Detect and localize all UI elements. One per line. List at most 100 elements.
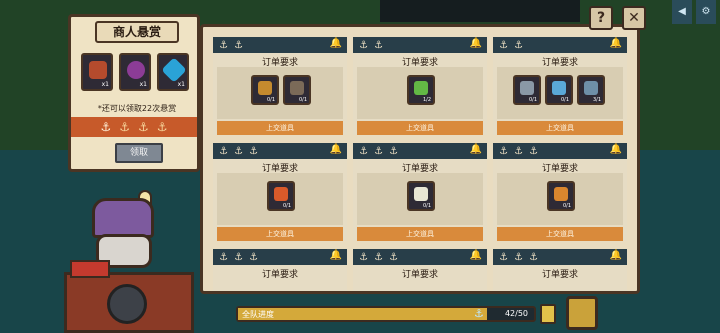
order-title: 订单要求	[401, 270, 438, 280]
reward-count: x1	[101, 81, 109, 88]
item-count: 0/1	[266, 97, 275, 103]
anchor-icon: ⚓	[359, 251, 368, 263]
side-menu-icon[interactable]: ◀	[672, 0, 692, 24]
crystal-reward-icon	[161, 57, 187, 83]
anchor-icon: ⚓	[499, 251, 508, 263]
order-item-slot[interactable]: 3/1	[577, 75, 605, 105]
anchor-icon: ⚓	[233, 39, 243, 51]
order-item-slot[interactable]: 0/1	[283, 75, 311, 105]
submit-items-button[interactable]: 上交道具	[217, 227, 343, 241]
anchor-icon: ⚓	[373, 39, 383, 51]
stew-bowl-icon	[554, 187, 568, 201]
order-header: ⚓ ⚓ ⚓ 🔔	[493, 249, 627, 265]
bell-icon: 🔔	[609, 144, 622, 155]
reward-slot-1[interactable]: x1	[81, 53, 113, 91]
order-item-slot[interactable]: 0/1	[513, 75, 541, 105]
item-count: 3/1	[592, 97, 601, 103]
bell-icon: 🔔	[329, 144, 342, 155]
item-count: 0/1	[282, 203, 291, 209]
bell-icon: 🔔	[329, 38, 342, 49]
reward-slot-3[interactable]: x1	[157, 53, 189, 91]
anchor-icon: ⚓	[219, 145, 228, 157]
anchor-icon: ⚓	[119, 120, 130, 134]
bounty-title: 商人悬赏	[95, 21, 179, 43]
bell-icon: 🔔	[329, 250, 342, 261]
bell-icon: 🔔	[469, 38, 482, 49]
order-item-slot[interactable]: 0/1	[407, 181, 435, 211]
milestone-icon[interactable]	[540, 304, 556, 324]
order-items: 0/1	[357, 173, 483, 225]
order-header: ⚓ ⚓ 🔔	[213, 37, 347, 53]
order-card: ⚓ ⚓ ⚓ 🔔 订单要求	[353, 249, 487, 291]
order-items: 0/1	[217, 173, 343, 225]
bell-icon: 🔔	[609, 250, 622, 261]
anchor-icon: ⚓	[359, 145, 368, 157]
submit-items-button[interactable]: 上交道具	[497, 121, 623, 135]
anchor-icon: ⚓	[513, 39, 523, 51]
green-herb-icon	[414, 81, 428, 95]
blue-fish-icon	[552, 81, 566, 95]
chest-reward-icon	[89, 61, 107, 79]
item-count: 0/1	[422, 203, 431, 209]
bounty-remaining-note: *还可以领取22次悬赏	[97, 104, 177, 113]
gray-fish-icon	[520, 81, 534, 95]
close-button[interactable]: ✕	[622, 6, 646, 30]
anchor-icon: ⚓	[528, 145, 538, 157]
anchor-icon: ⚓	[373, 145, 383, 157]
order-header: ⚓ ⚓ ⚓ 🔔	[353, 143, 487, 159]
claim-button[interactable]: 领取	[115, 143, 163, 163]
settings-icon[interactable]: ⚙	[696, 0, 716, 24]
order-header: ⚓ ⚓ ⚓ 🔔	[493, 143, 627, 159]
order-header: ⚓ ⚓ ⚓ 🔔	[213, 143, 347, 159]
order-item-slot[interactable]: 0/1	[251, 75, 279, 105]
treasure-chest-icon[interactable]	[566, 296, 598, 330]
shrimp-icon	[584, 81, 598, 95]
order-item-slot[interactable]: 0/1	[545, 75, 573, 105]
order-items: 0/1 0/1	[217, 67, 343, 119]
anchor-icon: ⚓	[100, 120, 112, 134]
anchor-icon: ⚓	[373, 251, 383, 263]
order-items: 0/1	[497, 173, 623, 225]
anchor-icon: ⚓	[156, 120, 168, 134]
item-count: 0/1	[560, 97, 569, 103]
anchor-icon: ⚓	[248, 145, 258, 157]
help-button[interactable]: ?	[589, 6, 613, 30]
reward-slot-2[interactable]: x1	[119, 53, 151, 91]
merchant-bounty-panel: 商人悬赏 x1 x1 x1 *还可以领取22次悬赏 ⚓ ⚓ ⚓ ⚓ 领取	[68, 14, 200, 172]
progress-label: 全队进度	[242, 310, 274, 319]
anchor-icon: ⚓	[233, 251, 243, 263]
fried-food-icon	[274, 187, 288, 201]
order-card: ⚓ ⚓ ⚓ 🔔 订单要求	[213, 249, 347, 291]
order-card: ⚓ ⚓ ⚓ 🔔 订单要求 0/1 上交道具	[493, 143, 627, 241]
submit-items-button[interactable]: 上交道具	[217, 121, 343, 135]
merchant-emblem-icon	[107, 284, 147, 324]
order-item-slot[interactable]: 0/1	[547, 181, 575, 211]
carrot-bundle-icon	[258, 81, 272, 95]
orders-board: ⚓ ⚓ 🔔 订单要求 0/1 0/1 上交道具 ⚓ ⚓ 🔔 订单要求 1/2 上交道具 …	[200, 24, 640, 294]
item-count: 1/2	[422, 97, 431, 103]
order-card: ⚓ ⚓ 🔔 订单要求 0/1 0/1 3/1 上交道具	[493, 37, 627, 135]
anchor-icon: ⚓	[359, 39, 368, 51]
item-count: 0/1	[298, 97, 307, 103]
bell-icon: 🔔	[609, 38, 622, 49]
mushroom-basket-icon	[290, 81, 304, 95]
order-item-slot[interactable]: 1/2	[407, 75, 435, 105]
reward-count: x1	[139, 81, 147, 88]
progress-fill	[238, 308, 487, 320]
anchor-icon: ⚓	[388, 145, 398, 157]
bell-icon: 🔔	[469, 250, 482, 261]
anchor-icon: ⚓	[138, 120, 149, 134]
anchor-icon: ⚓	[233, 145, 243, 157]
order-title: 订单要求	[541, 270, 578, 280]
anchor-icon: ⚓	[499, 145, 508, 157]
order-title: 订单要求	[261, 270, 298, 280]
item-count: 0/1	[562, 203, 571, 209]
submit-items-button[interactable]: 上交道具	[357, 227, 483, 241]
counter-chest-icon	[70, 260, 110, 278]
order-card: ⚓ ⚓ ⚓ 🔔 订单要求 0/1 上交道具	[353, 143, 487, 241]
submit-items-button[interactable]: 上交道具	[357, 121, 483, 135]
order-item-slot[interactable]: 0/1	[267, 181, 295, 211]
anchor-icon: ⚓	[219, 39, 228, 51]
submit-items-button[interactable]: 上交道具	[497, 227, 623, 241]
anchor-icon: ⚓	[513, 251, 523, 263]
